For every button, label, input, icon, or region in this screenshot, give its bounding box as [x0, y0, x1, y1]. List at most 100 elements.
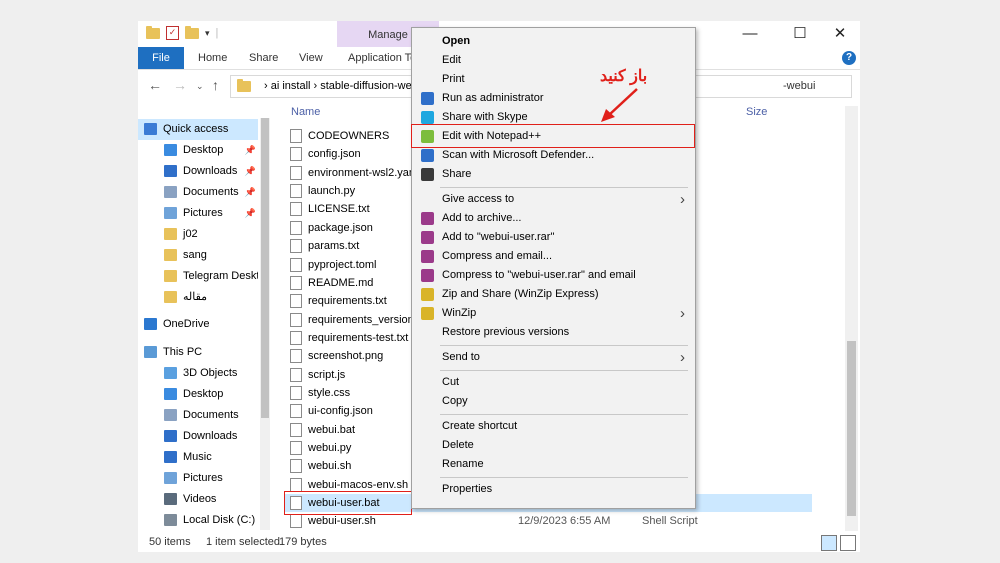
menu-item[interactable]: Properties: [412, 480, 695, 499]
close-button[interactable]: ✕: [818, 21, 860, 47]
menu-item[interactable]: Rename: [412, 455, 695, 474]
folder-icon[interactable]: [146, 25, 160, 39]
up-arrow-icon[interactable]: ↑: [212, 77, 219, 93]
large-icons-view-icon[interactable]: [840, 535, 856, 551]
nav-item[interactable]: Pictures: [138, 468, 258, 489]
menu-item[interactable]: Add to "webui-user.rar": [412, 228, 695, 247]
breadcrumb[interactable]: › ai install › stable-diffusion-we: [264, 80, 412, 92]
recent-locations-chevron-icon[interactable]: ⌄: [196, 81, 204, 92]
nav-item[interactable]: Telegram Deskto: [138, 266, 258, 287]
onedrive-icon: [144, 318, 157, 331]
nav-item[interactable]: Local Disk (C:): [138, 510, 258, 531]
details-view-icon[interactable]: [821, 535, 837, 551]
file-size: 43 KB: [858, 402, 860, 420]
share-icon: [421, 168, 434, 181]
nav-item[interactable]: Quick access: [138, 119, 258, 140]
documents-icon: [164, 186, 177, 199]
menu-item[interactable]: Scan with Microsoft Defender...: [412, 146, 695, 165]
file-list-scrollbar[interactable]: [845, 106, 858, 531]
forward-arrow-icon[interactable]: →: [173, 77, 187, 93]
menu-separator: [440, 477, 688, 478]
nav-item[interactable]: Downloads: [138, 426, 258, 447]
menu-item[interactable]: WinZip ›: [412, 304, 695, 323]
nav-item[interactable]: Pictures 📌: [138, 203, 258, 224]
menu-item[interactable]: Restore previous versions: [412, 323, 695, 342]
nav-item[interactable]: Desktop 📌: [138, 140, 258, 161]
annotation-text: باز کنید: [600, 68, 648, 85]
nav-item[interactable]: 3D Objects: [138, 363, 258, 384]
pc-icon: [144, 346, 157, 359]
menu-item[interactable]: Add to archive...: [412, 209, 695, 228]
file-name: webui.py: [308, 442, 352, 455]
maximize-button[interactable]: ☐: [778, 21, 822, 47]
nav-item[interactable]: Documents: [138, 405, 258, 426]
nav-item[interactable]: Documents 📌: [138, 182, 258, 203]
nav-item[interactable]: Desktop: [138, 384, 258, 405]
file-icon: [290, 330, 302, 345]
menu-item[interactable]: Edit: [412, 51, 695, 70]
file-size: 1 KB: [858, 292, 860, 310]
toolbar-divider: |: [215, 27, 219, 39]
file-icon: [290, 147, 302, 162]
column-header-size[interactable]: Size: [746, 106, 767, 118]
column-header-name[interactable]: Name: [291, 106, 320, 118]
menu-separator: [440, 187, 688, 188]
new-folder-icon[interactable]: [185, 25, 199, 39]
nav-item-label: Desktop: [183, 144, 224, 156]
file-size: 21 KB: [858, 384, 860, 402]
tab-application-tools[interactable]: Application To: [348, 47, 416, 69]
back-arrow-icon[interactable]: ←: [148, 77, 162, 93]
desktop-icon: [164, 388, 177, 401]
menu-item[interactable]: Copy: [412, 392, 695, 411]
file-name: ui-config.json: [308, 405, 373, 418]
nav-item[interactable]: مقاله: [138, 287, 258, 308]
help-icon[interactable]: ?: [842, 51, 856, 65]
tab-file[interactable]: File: [138, 47, 184, 69]
download-icon: [164, 165, 177, 178]
menu-item[interactable]: Compress to "webui-user.rar" and email: [412, 266, 695, 285]
tab-view[interactable]: View: [299, 47, 323, 69]
winzip-icon: [421, 288, 434, 301]
menu-item[interactable]: Cut: [412, 373, 695, 392]
menu-item[interactable]: Create shortcut: [412, 417, 695, 436]
selection-count: 1 item selected: [206, 536, 280, 548]
menu-item[interactable]: Run as administrator: [412, 89, 695, 108]
file-icon: [290, 129, 302, 144]
menu-item[interactable]: Share: [412, 165, 695, 184]
nav-item[interactable]: j02: [138, 224, 258, 245]
nav-item[interactable]: sang: [138, 245, 258, 266]
menu-item[interactable]: Give access to ›: [412, 190, 695, 209]
nav-item[interactable]: Music: [138, 447, 258, 468]
menu-item[interactable]: Send to ›: [412, 348, 695, 367]
file-name: README.md: [308, 276, 374, 289]
customize-toolbar-icon[interactable]: ▾: [205, 28, 210, 39]
nav-item-label: Pictures: [183, 472, 223, 484]
nav-item[interactable]: This PC: [138, 342, 258, 363]
menu-item[interactable]: Print: [412, 70, 695, 89]
file-row[interactable]: webui-user.sh 12/9/2023 6:55 AM Shell Scri…: [284, 512, 812, 530]
menu-item[interactable]: Open: [412, 32, 695, 51]
file-size: 1 KB: [858, 127, 860, 145]
tab-home[interactable]: Home: [198, 47, 227, 69]
file-date: 12/9/2023 6:55 AM: [518, 515, 611, 528]
nav-item-label: Pictures: [183, 207, 223, 219]
file-icon: [290, 312, 302, 327]
file-size: 1 KB: [858, 219, 860, 237]
menu-item-label: Copy: [442, 395, 468, 407]
menu-item[interactable]: Delete: [412, 436, 695, 455]
menu-item[interactable]: Compress and email...: [412, 247, 695, 266]
tab-share[interactable]: Share: [249, 47, 278, 69]
nav-item[interactable]: Downloads 📌: [138, 161, 258, 182]
menu-item-label: Delete: [442, 439, 474, 451]
menu-item[interactable]: Zip and Share (WinZip Express): [412, 285, 695, 304]
file-scroll-thumb[interactable]: [847, 341, 856, 516]
nav-item[interactable]: OneDrive: [138, 314, 258, 335]
minimize-button[interactable]: —: [728, 21, 772, 47]
menu-item-label: Give access to: [442, 193, 515, 205]
nav-scrollbar[interactable]: [260, 118, 270, 530]
properties-check-icon[interactable]: ✓: [166, 26, 179, 40]
nav-item[interactable]: Videos: [138, 489, 258, 510]
file-name: launch.py: [308, 185, 356, 198]
nav-scroll-thumb[interactable]: [261, 118, 269, 418]
nav-item-label: Downloads: [183, 165, 238, 177]
